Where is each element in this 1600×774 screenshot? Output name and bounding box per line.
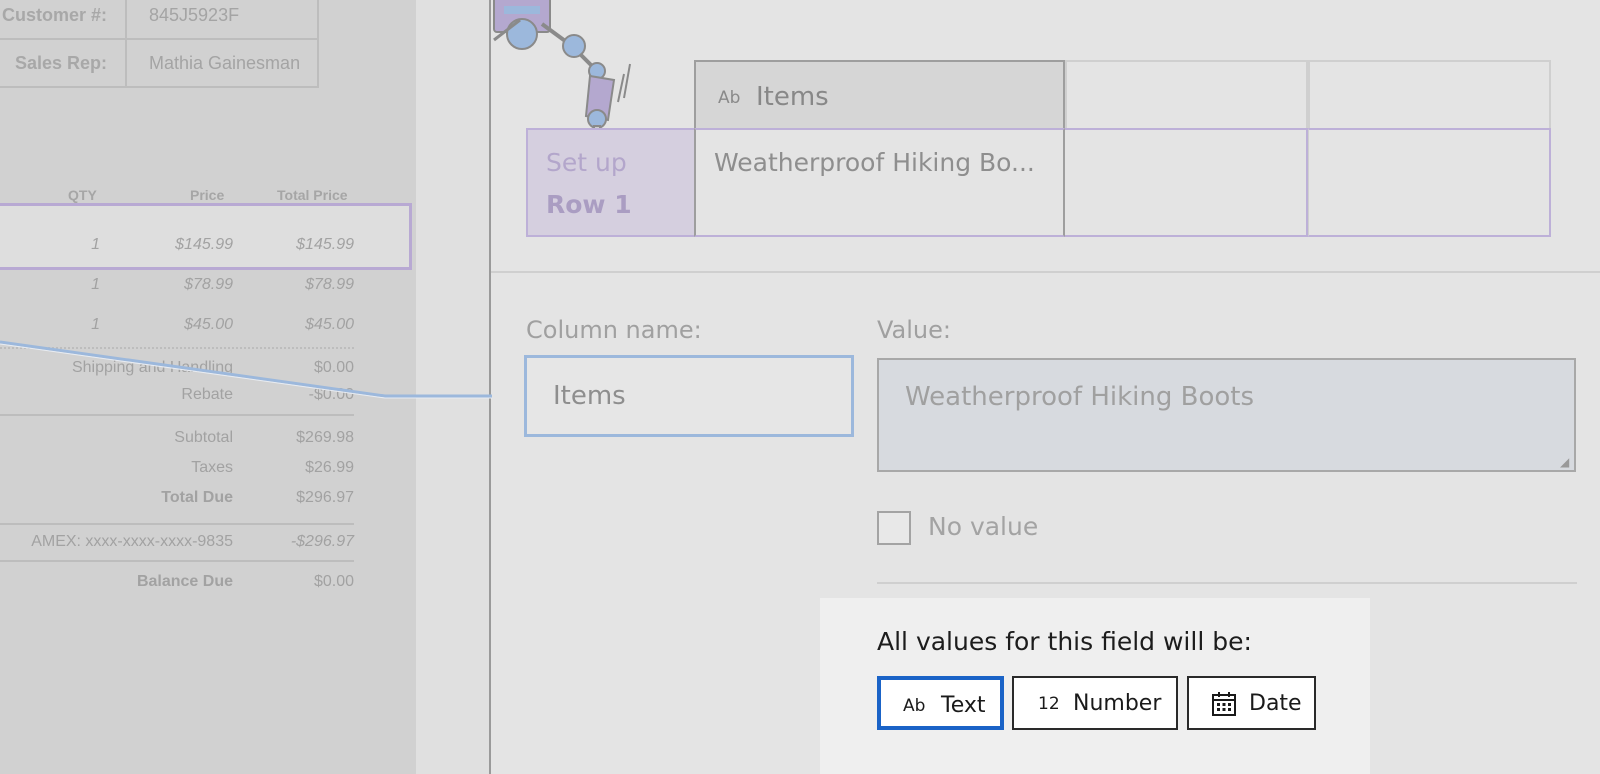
section-divider bbox=[491, 271, 1600, 273]
value-text: Weatherproof Hiking Boots bbox=[905, 382, 1255, 412]
column-name-input[interactable] bbox=[524, 355, 854, 437]
type-number-label: Number bbox=[1073, 691, 1162, 716]
summary-label: AMEX: xxxx-xxxx-xxxx-9835 bbox=[31, 533, 233, 550]
no-value-checkbox[interactable] bbox=[877, 511, 911, 545]
type-date-label: Date bbox=[1249, 691, 1302, 716]
row-label-number: Row 1 bbox=[546, 190, 632, 219]
column-name-label: Column name: bbox=[526, 316, 702, 344]
line-price: $145.99 bbox=[175, 236, 233, 253]
type-date-button[interactable]: Date bbox=[1187, 676, 1316, 730]
summary-label: Subtotal bbox=[174, 429, 233, 446]
price-header: Price bbox=[190, 187, 225, 203]
summary-value: $269.98 bbox=[296, 429, 354, 446]
qty-header: QTY bbox=[68, 187, 97, 203]
field-type-prompt: All values for this field will be: bbox=[877, 627, 1252, 656]
column-header-empty[interactable] bbox=[1308, 60, 1551, 128]
no-value-label: No value bbox=[928, 512, 1039, 541]
row-label: Set up Row 1 bbox=[526, 128, 694, 237]
calendar-icon bbox=[1212, 692, 1236, 716]
line-qty: 1 bbox=[91, 276, 100, 293]
info-row: Customer #: 845J5923F bbox=[0, 0, 319, 40]
summary-label: Total Due bbox=[161, 489, 233, 506]
total-price-header: Total Price bbox=[277, 187, 348, 203]
table-cell-empty[interactable] bbox=[1308, 128, 1551, 237]
column-header-label: Items bbox=[756, 82, 829, 112]
summary-value: $0.00 bbox=[313, 573, 354, 590]
text-type-icon: Ab bbox=[903, 696, 926, 716]
summary-value: -$296.97 bbox=[290, 533, 354, 550]
divider bbox=[0, 523, 354, 525]
summary-value: $296.97 bbox=[296, 489, 354, 506]
value-textarea[interactable]: Weatherproof Hiking Boots ◢ bbox=[877, 358, 1576, 472]
line-total: $78.99 bbox=[305, 276, 354, 293]
type-text-button[interactable]: Ab Text bbox=[877, 676, 1004, 730]
number-type-icon: 12 bbox=[1038, 694, 1060, 714]
connector-line bbox=[0, 340, 492, 399]
line-qty: 1 bbox=[91, 236, 100, 253]
type-text-label: Text bbox=[941, 693, 986, 718]
divider bbox=[877, 582, 1577, 584]
text-type-icon: Ab bbox=[718, 88, 741, 108]
info-value: Mathia Gainesman bbox=[125, 38, 319, 88]
summary-value: $26.99 bbox=[305, 459, 354, 476]
info-label: Sales Rep: bbox=[0, 38, 127, 88]
summary-label: Taxes bbox=[191, 459, 233, 476]
type-number-button[interactable]: 12 Number bbox=[1012, 676, 1178, 730]
line-price: $78.99 bbox=[184, 276, 233, 293]
table-cell-value: Weatherproof Hiking Bo... bbox=[714, 148, 1035, 177]
info-label: Customer #: bbox=[0, 0, 127, 40]
column-header-items[interactable]: Ab Items bbox=[694, 60, 1065, 128]
table-cell-items[interactable]: Weatherproof Hiking Bo... bbox=[694, 128, 1065, 237]
value-label: Value: bbox=[877, 316, 951, 344]
divider bbox=[0, 560, 354, 562]
info-value: 845J5923F bbox=[125, 0, 319, 40]
row-label-setup: Set up bbox=[546, 148, 627, 177]
column-header-empty[interactable] bbox=[1065, 60, 1308, 128]
line-total: $145.99 bbox=[296, 236, 354, 253]
summary-label: Balance Due bbox=[136, 573, 233, 590]
info-row: Sales Rep: Mathia Gainesman bbox=[0, 38, 319, 88]
resize-grip-icon[interactable]: ◢ bbox=[1560, 456, 1572, 468]
table-cell-empty[interactable] bbox=[1065, 128, 1308, 237]
divider bbox=[0, 414, 354, 416]
customer-info-table: Customer #: 845J5923F Sales Rep: Mathia … bbox=[0, 0, 319, 88]
